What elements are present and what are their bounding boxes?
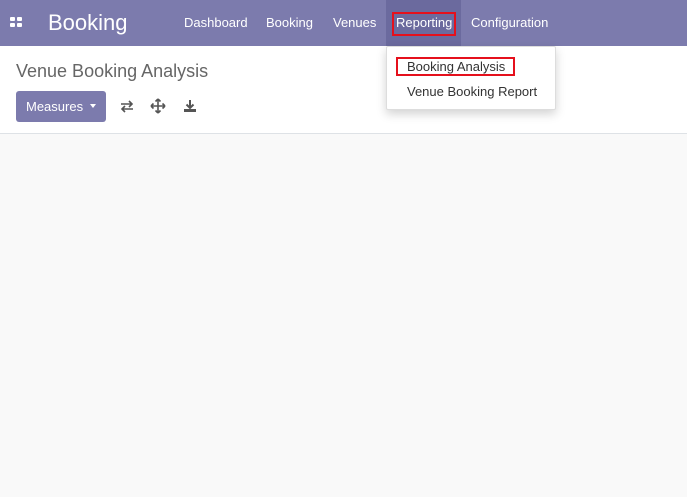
- reporting-highlight-box: [392, 12, 456, 36]
- menu-dashboard[interactable]: Dashboard: [184, 0, 248, 46]
- booking-analysis-highlight-box: [396, 57, 515, 76]
- caret-down-icon: [90, 104, 96, 108]
- app-brand: Booking: [48, 10, 128, 35]
- measures-label: Measures: [26, 99, 84, 114]
- control-panel: Venue Booking Analysis Measures: [0, 46, 687, 134]
- menu-configuration[interactable]: Configuration: [471, 0, 548, 46]
- menu-venues[interactable]: Venues: [333, 0, 376, 46]
- expand-all-icon[interactable]: [150, 98, 166, 114]
- apps-grid-icon[interactable]: [10, 17, 22, 28]
- menu-booking[interactable]: Booking: [266, 0, 313, 46]
- page-title: Venue Booking Analysis: [16, 61, 209, 81]
- measures-button[interactable]: Measures: [16, 91, 106, 122]
- flip-axis-icon[interactable]: [119, 98, 135, 114]
- top-navbar: Booking Dashboard Booking Venues Reporti…: [0, 0, 687, 46]
- main-content-area: [0, 134, 687, 497]
- menu-reporting[interactable]: Reporting: [386, 0, 461, 46]
- download-icon[interactable]: [182, 98, 198, 114]
- dropdown-item-venue-booking-report[interactable]: Venue Booking Report: [407, 84, 537, 100]
- reporting-dropdown-menu: Booking Analysis Venue Booking Report: [386, 46, 556, 110]
